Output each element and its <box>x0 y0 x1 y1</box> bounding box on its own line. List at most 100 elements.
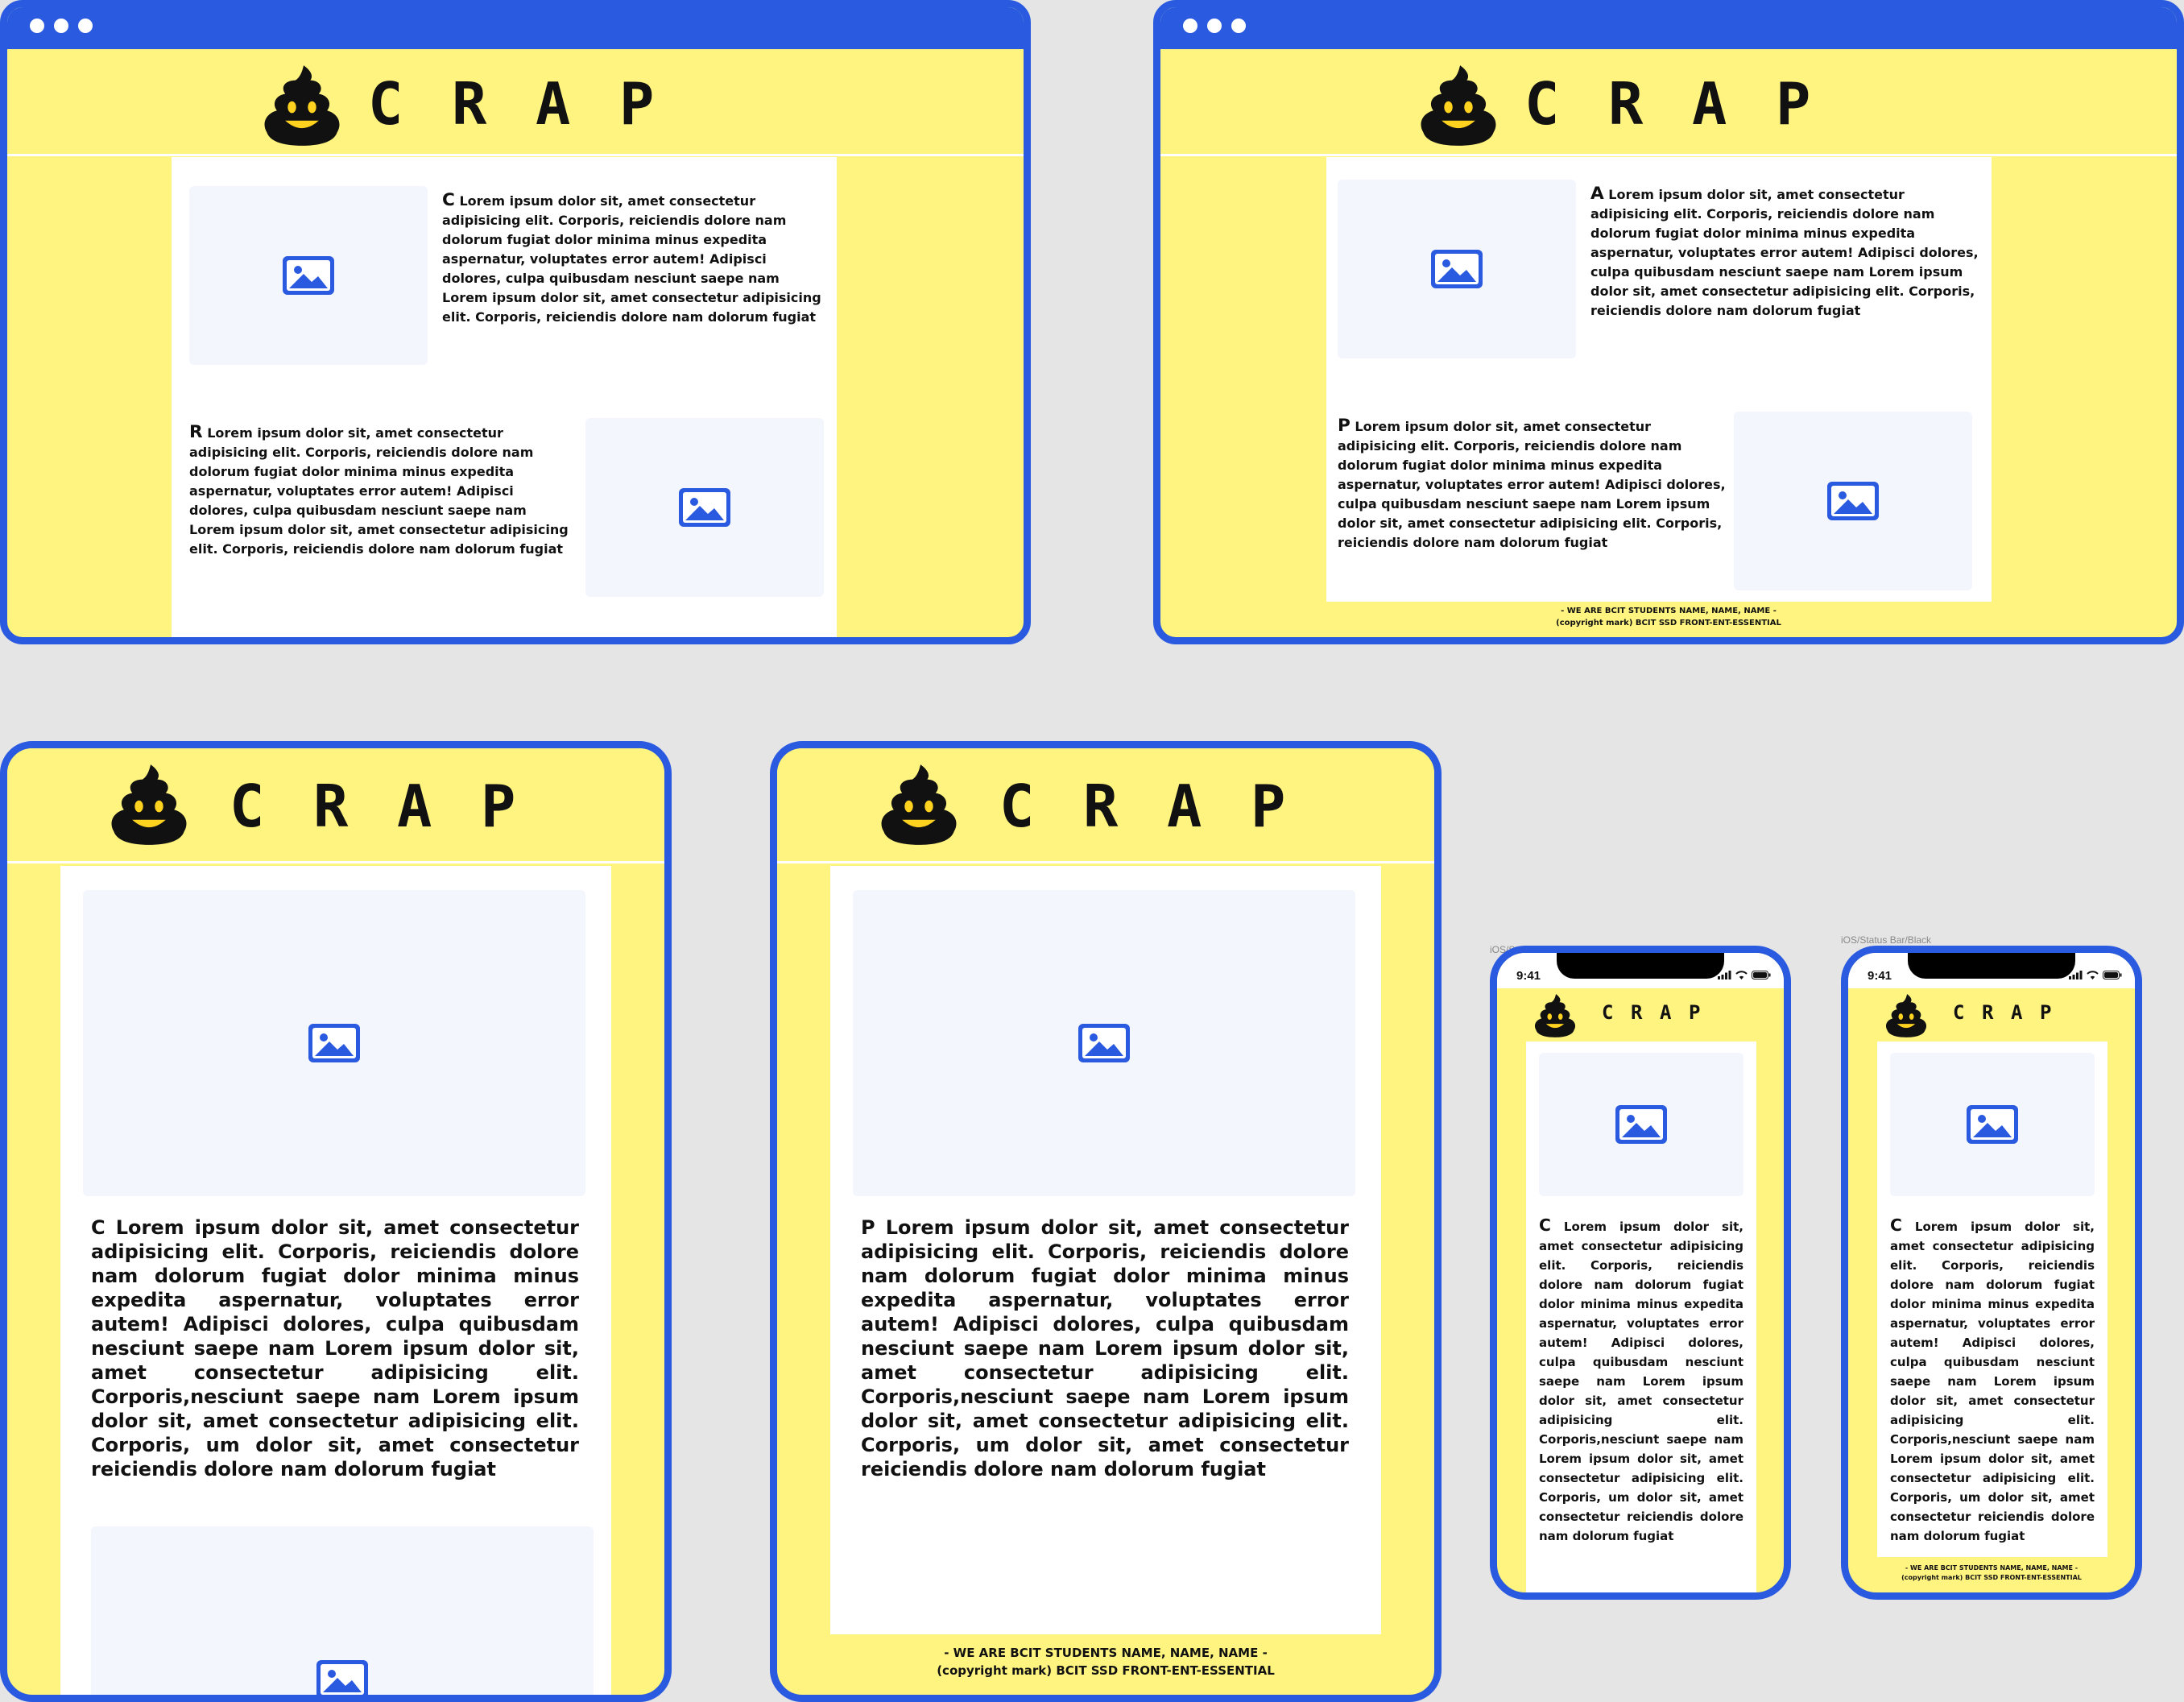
body-paragraph: R Lorem ipsum dolor sit, amet consectetu… <box>189 422 569 557</box>
main-content: C Lorem ipsum dolor sit, amet consectetu… <box>1526 1041 1756 1592</box>
site-header: CRAP <box>1497 988 1784 1040</box>
site-footer: - WE ARE BCIT STUDENTS NAME, NAME, NAME … <box>777 1644 1434 1679</box>
poop-emoji-icon[interactable] <box>877 763 961 847</box>
header-divider <box>7 154 1024 156</box>
status-bar: 9:41 <box>1497 953 1784 988</box>
site-header: CRAP <box>777 748 1434 861</box>
status-bar: 9:41 <box>1848 953 2135 988</box>
window-controls <box>1183 19 1246 33</box>
body-paragraph: C Lorem ipsum dolor sit, amet consectetu… <box>1890 1215 2095 1543</box>
main-content: C Lorem ipsum dolor sit, amet consectetu… <box>172 157 837 637</box>
browser-titlebar <box>1160 7 2177 49</box>
image-placeholder <box>1338 180 1576 358</box>
poop-emoji-icon[interactable] <box>1884 993 1929 1038</box>
signal-icon <box>2069 971 2083 979</box>
phone-frame-1: 9:41 CRAP C Lorem ipsum dolor sit, amet … <box>1490 946 1791 1600</box>
image-icon <box>1827 482 1879 520</box>
battery-icon <box>1752 971 1771 979</box>
drop-initial: C <box>1890 1215 1902 1235</box>
drop-initial: P <box>861 1216 875 1239</box>
footer-credits: - WE ARE BCIT STUDENTS NAME, NAME, NAME … <box>944 1646 1268 1660</box>
notch <box>1557 953 1724 979</box>
image-placeholder <box>91 1526 594 1699</box>
header-divider <box>1160 154 2177 156</box>
poop-emoji-icon[interactable] <box>1533 993 1578 1038</box>
image-placeholder <box>853 890 1355 1196</box>
image-icon <box>1431 250 1483 288</box>
body-paragraph: A Lorem ipsum dolor sit, amet consectetu… <box>1590 184 1979 319</box>
desktop-frame-2: CRAP A Lorem ipsum dolor sit, amet conse… <box>1153 0 2184 644</box>
footer-copyright: (copyright mark) BCIT SSD FRONT-ENT-ESSE… <box>1901 1574 2082 1581</box>
brand-title[interactable]: CRAP <box>999 772 1334 840</box>
drop-initial: C <box>1539 1215 1551 1235</box>
poop-emoji-icon[interactable] <box>260 64 344 147</box>
signal-icon <box>1718 971 1731 979</box>
brand-title[interactable]: CRAP <box>1602 1001 1718 1024</box>
image-icon <box>283 256 334 295</box>
battery-icon <box>2103 971 2122 979</box>
main-content: C Lorem ipsum dolor sit, amet consectetu… <box>1877 1041 2107 1557</box>
image-placeholder <box>1890 1053 2095 1196</box>
brand-title[interactable]: CRAP <box>1953 1001 2069 1024</box>
body-paragraph: C Lorem ipsum dolor sit, amet consectetu… <box>1539 1215 1743 1543</box>
image-icon <box>316 1660 368 1699</box>
status-time: 9:41 <box>1516 969 1541 983</box>
drop-initial: C <box>442 190 455 210</box>
wifi-icon <box>2087 971 2099 979</box>
frame-label: iOS/Status Bar/Black <box>1841 934 1932 946</box>
main-content: A Lorem ipsum dolor sit, amet consectetu… <box>1326 157 1992 602</box>
drop-initial: P <box>1338 416 1351 436</box>
notch <box>1908 953 2075 979</box>
desktop-frame-1: CRAP C Lorem ipsum dolor sit, amet conse… <box>0 0 1031 644</box>
main-content: P Lorem ipsum dolor sit, amet consectetu… <box>830 866 1381 1634</box>
main-content: C Lorem ipsum dolor sit, amet consectetu… <box>60 866 611 1699</box>
image-placeholder <box>189 186 428 365</box>
window-dot[interactable] <box>1207 19 1222 33</box>
header-divider <box>777 861 1434 863</box>
image-icon <box>1615 1105 1667 1144</box>
image-icon <box>1967 1105 2018 1144</box>
poop-emoji-icon[interactable] <box>1417 64 1500 147</box>
tablet-frame-1: CRAP C Lorem ipsum dolor sit, amet conse… <box>0 741 672 1702</box>
site-footer: - WE ARE BCIT STUDENTS NAME, NAME, NAME … <box>1160 605 2177 629</box>
brand-title[interactable]: CRAP <box>230 772 565 840</box>
window-controls <box>30 19 93 33</box>
footer-copyright: (copyright mark) BCIT SSD FRONT-ENT-ESSE… <box>1556 619 1781 627</box>
body-paragraph: P Lorem ipsum dolor sit, amet consectetu… <box>861 1216 1349 1480</box>
drop-initial: C <box>91 1216 105 1239</box>
window-dot[interactable] <box>30 19 44 33</box>
tablet-frame-2: CRAP P Lorem ipsum dolor sit, amet conse… <box>770 741 1442 1702</box>
body-paragraph: C Lorem ipsum dolor sit, amet consectetu… <box>442 190 821 325</box>
window-dot[interactable] <box>78 19 93 33</box>
browser-titlebar <box>7 7 1024 49</box>
window-dot[interactable] <box>54 19 68 33</box>
poop-emoji-icon[interactable] <box>107 763 191 847</box>
site-header: CRAP <box>1160 49 2177 154</box>
image-icon <box>679 488 730 527</box>
site-footer: - WE ARE BCIT STUDENTS NAME, NAME, NAME … <box>1848 1563 2135 1583</box>
status-icons <box>1718 971 1771 979</box>
header-divider <box>7 861 664 863</box>
footer-copyright: (copyright mark) BCIT SSD FRONT-ENT-ESSE… <box>937 1663 1275 1678</box>
status-icons <box>2069 971 2122 979</box>
site-header: CRAP <box>7 49 1024 154</box>
drop-initial: A <box>1590 184 1604 204</box>
site-header: CRAP <box>1848 988 2135 1040</box>
brand-title[interactable]: CRAP <box>368 70 703 138</box>
brand-title[interactable]: CRAP <box>1524 70 1859 138</box>
image-placeholder <box>585 418 824 597</box>
image-icon <box>1078 1024 1130 1062</box>
wifi-icon <box>1735 971 1748 979</box>
footer-credits: - WE ARE BCIT STUDENTS NAME, NAME, NAME … <box>1905 1564 2079 1572</box>
image-icon <box>308 1024 360 1062</box>
status-time: 9:41 <box>1868 969 1892 983</box>
image-placeholder <box>1539 1053 1743 1196</box>
image-placeholder <box>83 890 585 1196</box>
image-placeholder <box>1734 412 1972 590</box>
footer-credits: - WE ARE BCIT STUDENTS NAME, NAME, NAME … <box>1561 607 1777 615</box>
body-paragraph: P Lorem ipsum dolor sit, amet consectetu… <box>1338 416 1726 551</box>
window-dot[interactable] <box>1231 19 1246 33</box>
drop-initial: R <box>189 422 203 442</box>
phone-frame-2: 9:41 CRAP C Lorem ipsum dolor sit, amet … <box>1841 946 2142 1600</box>
window-dot[interactable] <box>1183 19 1197 33</box>
